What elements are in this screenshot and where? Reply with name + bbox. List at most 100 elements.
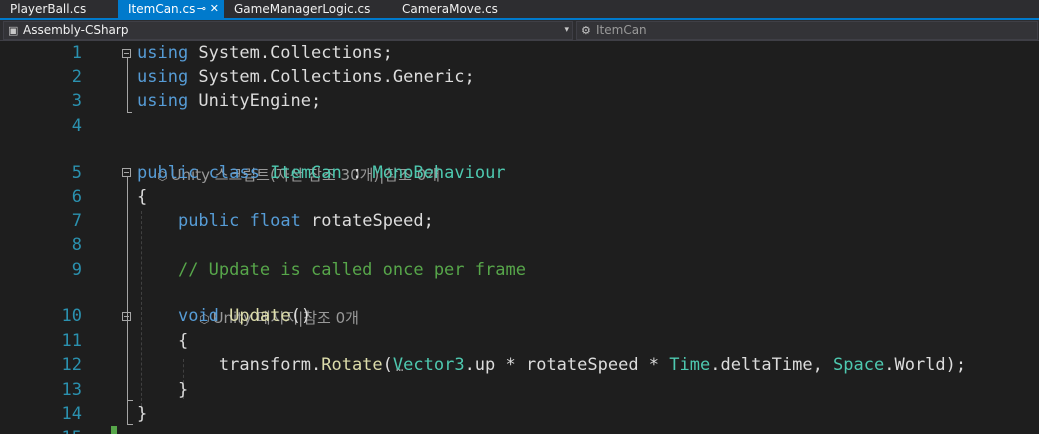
tab-itemcan[interactable]: ItemCan.cs ⊸ ✕ [118, 0, 224, 18]
code-line: 5 public class ItemCan : MonoBehaviour [0, 161, 1039, 185]
code-token: MonoBehaviour [372, 163, 506, 183]
line-number: 14 [61, 404, 82, 424]
suggestion-dots[interactable]: ⋯ [396, 363, 403, 377]
code-token: Space [833, 355, 885, 375]
codelens-unity-message[interactable]: ⬡ Unity 메시지|참조 0개 [180, 282, 359, 327]
line-number: 2 [71, 67, 82, 87]
code-token: public [177, 211, 240, 231]
line-number: 12 [61, 355, 82, 375]
code-token: UnityEngine; [188, 91, 322, 111]
code-token: using [137, 43, 189, 63]
code-text: transform.Rotate(Vector3.up * rotateSpee… [137, 353, 966, 377]
close-icon[interactable]: ✕ [210, 0, 219, 18]
tab-label: CameraMove.cs [402, 2, 498, 16]
code-line: 12 transform.Rotate(Vector3.up * rotateS… [0, 353, 1039, 377]
tab-gamemanagerlogic[interactable]: GameManagerLogic.cs [224, 0, 392, 18]
code-line: 7 public float rotateSpeed; [0, 209, 1039, 233]
code-token: Time [669, 355, 711, 375]
codelens-references[interactable]: ⬡ Unity 스크립트(자산 참조 30개)|참조 0개 [138, 139, 440, 184]
code-token: } [137, 404, 148, 424]
tab-label: PlayerBall.cs [10, 2, 87, 16]
tab-cameramove[interactable]: CameraMove.cs [392, 0, 522, 18]
code-text: public class ItemCan : MonoBehaviour [137, 161, 506, 185]
code-token: transform. [137, 355, 322, 375]
project-dropdown-label: Assembly-CSharp [23, 23, 129, 37]
code-text: { [137, 329, 188, 353]
code-token: { [137, 331, 189, 351]
code-token: float [249, 211, 301, 231]
line-number: 10 [61, 306, 82, 326]
code-token: Vector3 [392, 355, 465, 375]
line-number: 7 [71, 211, 82, 231]
code-line: 3 using UnityEngine; [0, 89, 1039, 113]
code-token: System.Collections.Generic; [188, 67, 475, 87]
code-text: using System.Collections.Generic; [137, 65, 475, 89]
code-text: public float rotateSpeed; [137, 209, 434, 233]
code-text: using UnityEngine; [137, 89, 321, 113]
code-line: 15 [0, 426, 1039, 434]
code-token: } [137, 380, 189, 400]
line-number: 11 [61, 331, 82, 351]
code-token: ItemCan [270, 163, 342, 183]
tab-playerball[interactable]: PlayerBall.cs [0, 0, 118, 18]
line-number: 5 [71, 163, 82, 183]
class-icon: ⚙ [581, 24, 591, 37]
line-number: 13 [61, 380, 82, 400]
code-text: } [137, 402, 147, 426]
tab-label: ItemCan.cs [128, 2, 196, 16]
code-token: System.Collections; [188, 43, 393, 63]
pin-icon[interactable]: ⊸ [197, 0, 206, 18]
code-token: Rotate [321, 355, 383, 375]
code-line: 6 { [0, 185, 1039, 209]
line-number: 6 [71, 187, 82, 207]
type-dropdown-label: ItemCan [596, 23, 647, 37]
code-token: public [137, 163, 199, 183]
document-tab-strip: PlayerBall.cs ItemCan.cs ⊸ ✕ GameManager… [0, 0, 1039, 18]
code-text: using System.Collections; [137, 41, 393, 65]
code-token: { [137, 187, 148, 207]
code-line: 13 } [0, 378, 1039, 402]
type-dropdown[interactable]: ⚙ ItemCan [576, 21, 1038, 40]
project-dropdown[interactable]: ▣ Assembly-CSharp ▾ [3, 21, 573, 40]
code-token: class [208, 163, 260, 183]
code-token: : [341, 163, 373, 183]
code-token: .up * rotateSpeed * [464, 355, 670, 375]
code-token: () [290, 306, 312, 326]
tab-label: GameManagerLogic.cs [234, 2, 371, 16]
code-text: { [137, 185, 147, 209]
code-token: Update [229, 306, 291, 326]
line-number: 8 [71, 235, 82, 255]
code-token: rotateSpeed; [300, 211, 434, 231]
project-icon: ▣ [8, 24, 19, 37]
line-number: 15 [30, 426, 82, 434]
code-line: 2 using System.Collections.Generic; [0, 65, 1039, 89]
code-text: } [137, 378, 188, 402]
code-token: ( [382, 355, 393, 375]
line-number: 3 [71, 91, 82, 111]
line-number: 1 [71, 43, 82, 63]
code-token: .World); [884, 355, 967, 375]
code-line: 10 void Update() [0, 304, 1039, 328]
code-text: void Update() [137, 304, 311, 328]
code-token: .deltaTime, [710, 355, 834, 375]
line-number: 9 [71, 260, 82, 280]
code-token: // Update is called once per frame [177, 260, 526, 280]
code-line: 14 } [0, 402, 1039, 426]
chevron-down-icon: ▾ [564, 25, 569, 35]
code-token: using [137, 67, 189, 87]
code-text: // Update is called once per frame [137, 258, 526, 282]
code-editor[interactable]: 1 using System.Collections; 2 using Syst… [0, 41, 1039, 434]
code-line: 11 { [0, 329, 1039, 353]
code-token: using [137, 91, 189, 111]
code-token: void [177, 306, 219, 326]
code-line: 8 [0, 233, 1039, 257]
navigation-bar: ▣ Assembly-CSharp ▾ ⚙ ItemCan [0, 20, 1039, 41]
code-line: 9 // Update is called once per frame [0, 258, 1039, 282]
code-line: 1 using System.Collections; [0, 41, 1039, 65]
